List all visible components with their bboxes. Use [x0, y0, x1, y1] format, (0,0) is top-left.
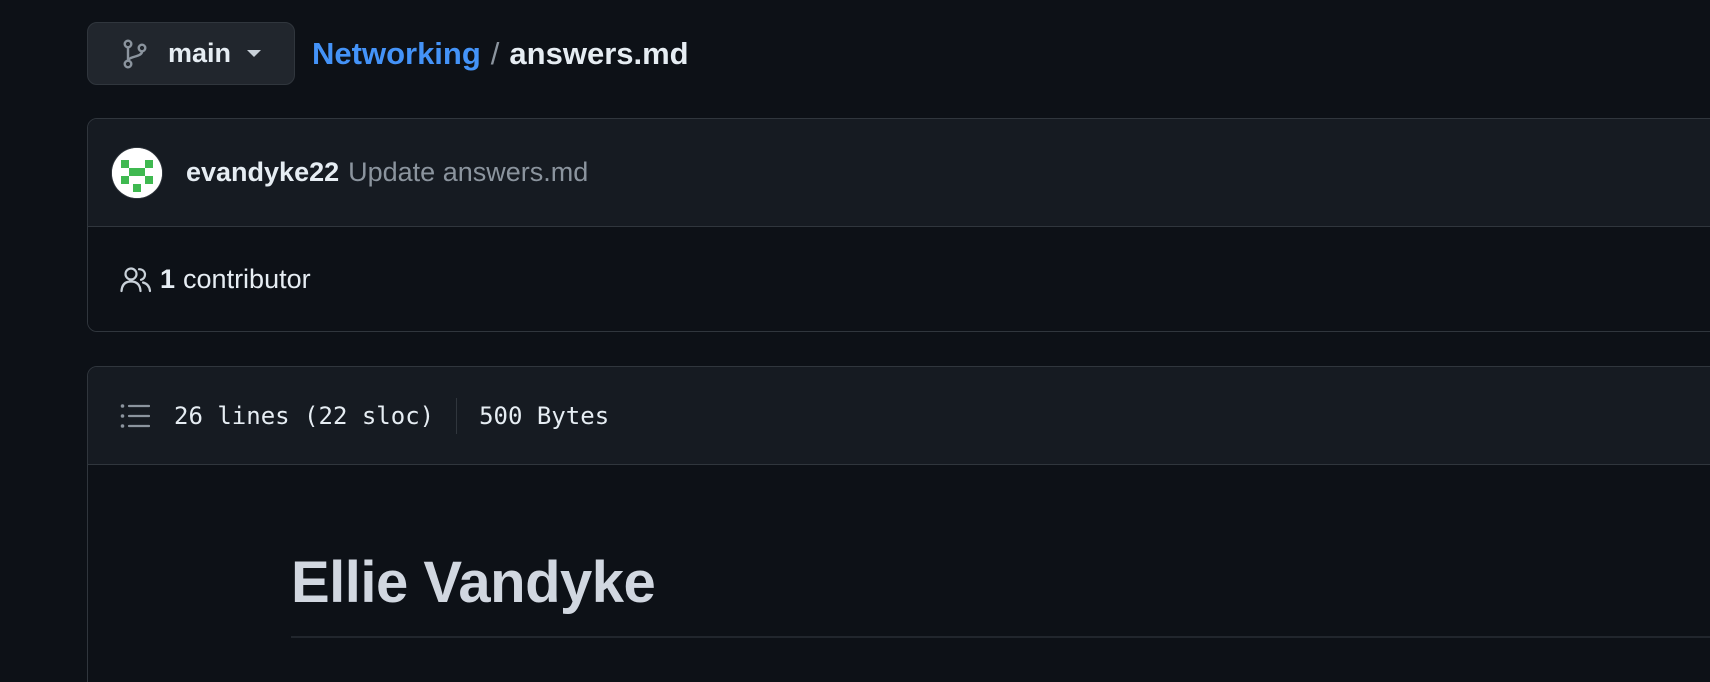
branch-selector-button[interactable]: main — [87, 22, 295, 85]
contributor-label: contributor — [183, 264, 311, 294]
file-info-divider — [456, 397, 458, 434]
breadcrumb: Networking / answers.md — [312, 36, 689, 72]
commit-message-link[interactable]: Update answers.md — [348, 157, 588, 188]
markdown-body: Ellie Vandyke — [88, 465, 1710, 638]
avatar[interactable] — [112, 147, 162, 198]
file-header: 26 lines (22 sloc) 500 Bytes — [88, 367, 1710, 465]
contributor-count: 1 — [160, 264, 176, 294]
latest-commit-box: evandyke22 Update answers.md 1 contribut… — [87, 118, 1710, 332]
contributors-row[interactable]: 1 contributor — [88, 227, 1710, 331]
file-size: 500 Bytes — [479, 401, 610, 430]
breadcrumb-repo-link[interactable]: Networking — [312, 36, 481, 72]
file-line-count: 26 lines (22 sloc) — [174, 401, 435, 430]
latest-commit-row: evandyke22 Update answers.md — [88, 119, 1710, 227]
list-outline-icon[interactable] — [120, 403, 151, 429]
people-icon — [120, 266, 152, 294]
git-branch-icon — [122, 39, 148, 69]
readme-heading: Ellie Vandyke — [291, 549, 1710, 638]
file-view-page: main Networking / answers.md evandyke22 … — [0, 0, 1710, 682]
file-nav-bar: main Networking / answers.md — [87, 22, 689, 85]
chevron-down-icon — [247, 50, 262, 57]
file-content-box: 26 lines (22 sloc) 500 Bytes Ellie Vandy… — [87, 366, 1710, 682]
commit-author-link[interactable]: evandyke22 — [186, 157, 339, 188]
branch-name: main — [168, 38, 232, 68]
breadcrumb-separator: / — [490, 35, 500, 71]
breadcrumb-file-name: answers.md — [509, 35, 689, 71]
